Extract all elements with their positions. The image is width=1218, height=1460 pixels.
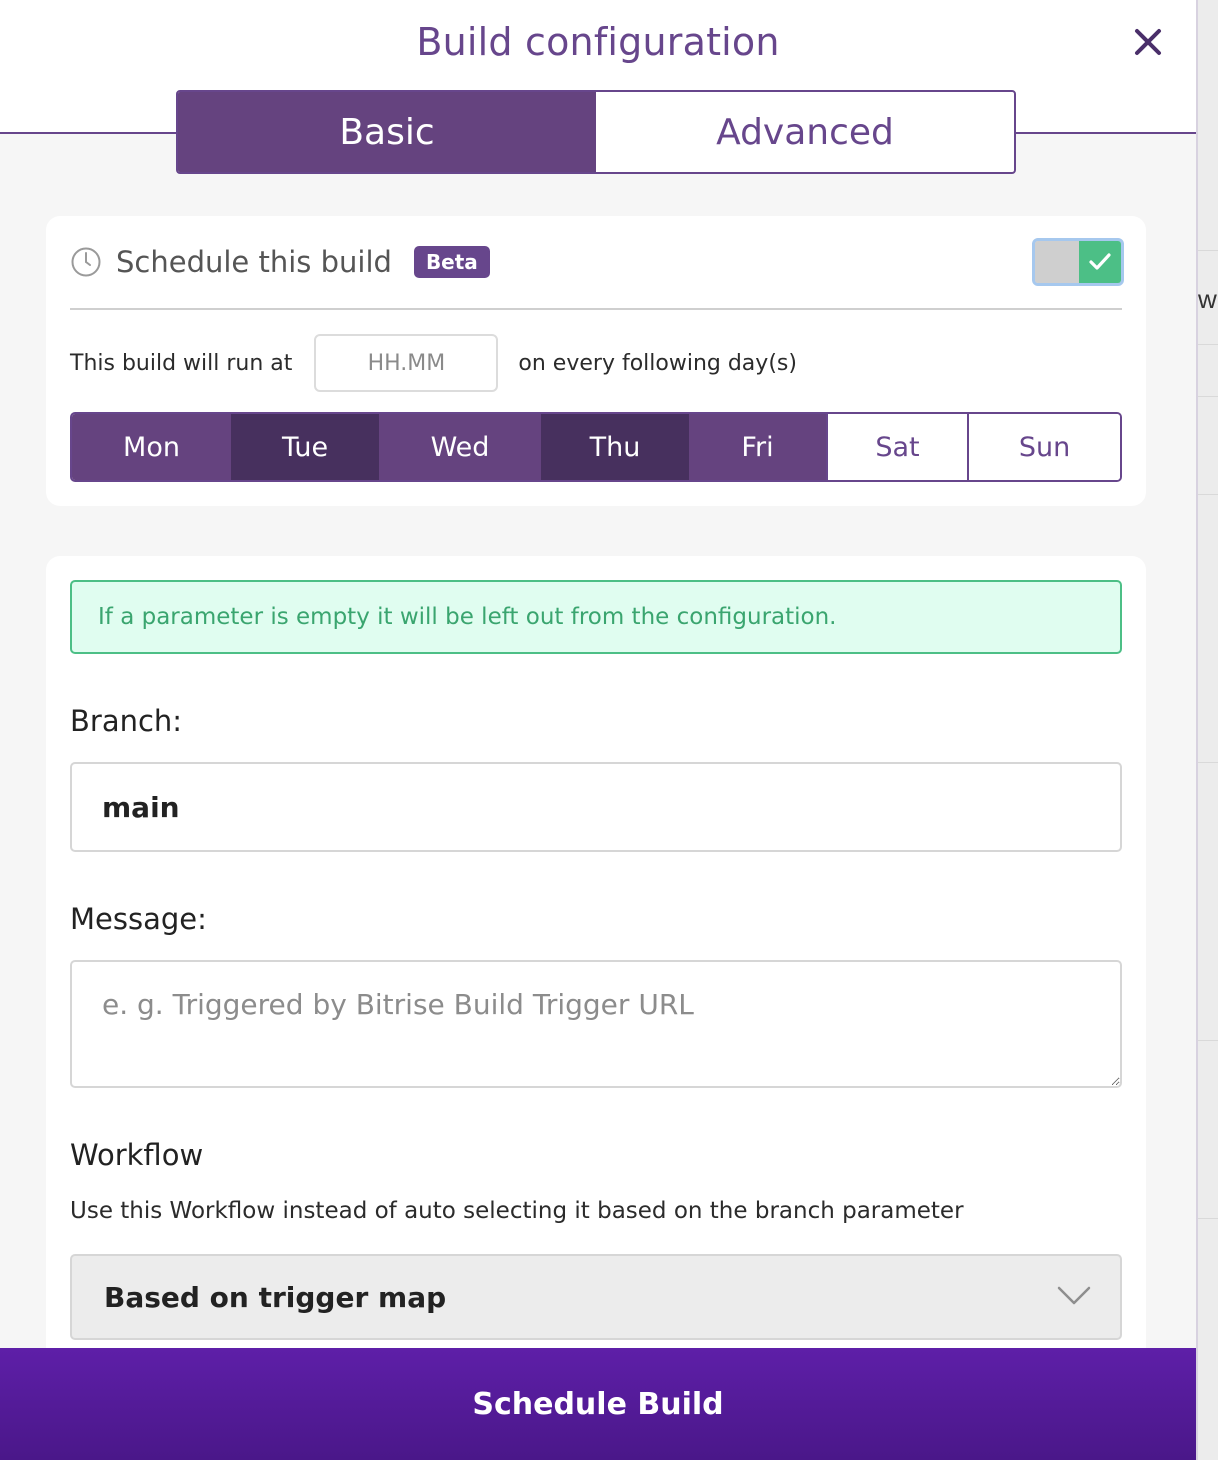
run-time-prefix: This build will run at <box>70 350 293 376</box>
background-divider <box>1198 494 1218 495</box>
workflow-help-text: Use this Workflow instead of auto select… <box>70 1198 964 1224</box>
background-divider <box>1198 1218 1218 1219</box>
parameters-card: If a parameter is empty it will be left … <box>46 556 1146 1416</box>
branch-input[interactable] <box>70 762 1122 852</box>
chevron-down-icon <box>1057 1286 1091 1305</box>
background-divider <box>1198 344 1218 345</box>
day-tue[interactable]: Tue <box>231 414 379 480</box>
schedule-build-button[interactable]: Schedule Build <box>0 1348 1196 1460</box>
build-configuration-modal: Build configuration Basic Advanced Sched… <box>0 0 1196 1460</box>
schedule-build-label: Schedule Build <box>472 1386 724 1422</box>
day-thu[interactable]: Thu <box>541 414 689 480</box>
background-divider <box>1198 250 1218 251</box>
schedule-header: Schedule this build Beta <box>70 242 490 282</box>
workflow-select[interactable]: Based on trigger map <box>70 1254 1122 1340</box>
close-icon[interactable] <box>1128 22 1168 62</box>
branch-label: Branch: <box>70 704 183 738</box>
background-divider <box>1198 396 1218 397</box>
background-divider <box>1198 1040 1218 1041</box>
day-mon[interactable]: Mon <box>72 414 231 480</box>
day-sun[interactable]: Sun <box>967 414 1120 480</box>
day-sat[interactable]: Sat <box>826 414 967 480</box>
toggle-off-side <box>1035 241 1079 283</box>
workflow-label: Workflow <box>70 1138 204 1172</box>
modal-title: Build configuration <box>416 20 780 64</box>
day-fri[interactable]: Fri <box>689 414 826 480</box>
tab-advanced[interactable]: Advanced <box>596 92 1014 172</box>
clock-icon <box>71 247 101 277</box>
toggle-on-side <box>1079 241 1121 283</box>
run-time-row: This build will run at on every followin… <box>70 334 797 392</box>
beta-badge: Beta <box>413 246 490 278</box>
message-input[interactable] <box>70 960 1122 1088</box>
schedule-title: Schedule this build <box>116 245 392 279</box>
background-page: w <box>1196 0 1218 1460</box>
schedule-toggle[interactable] <box>1032 238 1124 286</box>
schedule-divider <box>70 308 1122 310</box>
workflow-selected-value: Based on trigger map <box>104 1280 447 1314</box>
config-tabs: Basic Advanced <box>176 90 1016 174</box>
message-label: Message: <box>70 902 207 936</box>
background-divider <box>1198 762 1218 763</box>
background-text: w <box>1198 284 1217 314</box>
tab-basic[interactable]: Basic <box>178 92 596 172</box>
run-time-suffix: on every following day(s) <box>518 350 797 376</box>
empty-parameter-notice: If a parameter is empty it will be left … <box>70 580 1122 654</box>
time-input[interactable] <box>314 334 499 392</box>
day-selector: Mon Tue Wed Thu Fri Sat Sun <box>70 412 1122 482</box>
checkmark-icon <box>1089 253 1111 270</box>
day-wed[interactable]: Wed <box>379 414 541 480</box>
schedule-card: Schedule this build Beta This build will… <box>46 216 1146 506</box>
